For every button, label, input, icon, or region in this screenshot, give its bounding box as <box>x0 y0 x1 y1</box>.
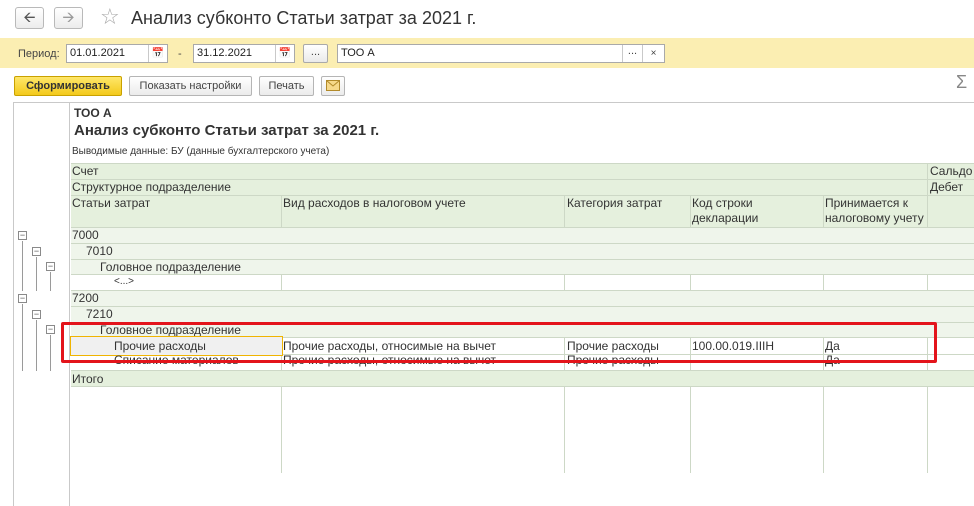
header-debit: Дебет <box>930 180 964 194</box>
page-title: Анализ субконто Статьи затрат за 2021 г. <box>131 8 477 28</box>
row-division[interactable]: Головное подразделение <box>100 260 241 274</box>
organization-field[interactable]: ТОО А ... × <box>337 44 665 63</box>
collapse-icon[interactable]: − <box>46 325 55 334</box>
filter-bar: Период: 01.01.2021 📅 - 31.12.2021 📅 ... … <box>0 38 974 68</box>
row-account-7010[interactable]: 7010 <box>86 244 113 258</box>
period-select-button[interactable]: ... <box>303 44 328 63</box>
calendar-icon[interactable]: 📅 <box>275 45 294 62</box>
envelope-icon <box>326 80 340 91</box>
back-button[interactable]: 🡨 <box>15 7 44 29</box>
collapse-icon[interactable]: − <box>46 262 55 271</box>
calendar-icon[interactable]: 📅 <box>148 45 167 62</box>
row-account-7210[interactable]: 7210 <box>86 307 113 321</box>
header-division: Структурное подразделение <box>72 180 231 194</box>
sum-icon[interactable]: Σ <box>956 72 967 93</box>
close-icon[interactable]: × <box>642 45 664 62</box>
forward-button[interactable]: 🡪 <box>54 7 83 29</box>
report-organization: ТОО А <box>74 106 112 120</box>
period-label: Период: <box>18 48 60 60</box>
date-from-field[interactable]: 01.01.2021 📅 <box>66 44 168 63</box>
toolbar: Сформировать Показать настройки Печать <box>0 68 974 102</box>
collapse-icon[interactable]: − <box>18 231 27 240</box>
header-cost-category: Категория затрат <box>567 196 663 210</box>
date-to-value: 31.12.2021 <box>197 47 253 59</box>
show-settings-button[interactable]: Показать настройки <box>129 76 252 96</box>
highlight-frame <box>61 322 937 363</box>
period-dash: - <box>178 48 182 60</box>
header-accepted-2: налоговому учету <box>825 211 924 225</box>
arrow-right-icon: 🡪 <box>62 9 75 26</box>
header-account: Счет <box>72 164 99 178</box>
organization-value: ТОО А <box>341 47 375 59</box>
report-output-data: Выводимые данные: БУ (данные бухгалтерск… <box>72 146 330 157</box>
header-declaration-line-2: декларации <box>692 211 759 225</box>
report-title: Анализ субконто Статьи затрат за 2021 г. <box>74 122 380 139</box>
header-saldo: Сальдо <box>930 164 973 178</box>
generate-button[interactable]: Сформировать <box>14 76 122 96</box>
collapse-icon[interactable]: − <box>18 294 27 303</box>
title-bar: 🡨 🡪 ☆ Анализ субконто Статьи затрат за 2… <box>0 0 974 38</box>
header-accepted-1: Принимается к <box>825 196 908 210</box>
date-to-field[interactable]: 31.12.2021 📅 <box>193 44 295 63</box>
organization-select-button[interactable]: ... <box>622 45 642 62</box>
row-account-7200[interactable]: 7200 <box>72 291 99 305</box>
header-tax-expense-type: Вид расходов в налоговом учете <box>283 196 466 210</box>
star-icon[interactable]: ☆ <box>100 4 120 30</box>
header-cost-item: Статьи затрат <box>72 196 151 210</box>
send-email-button[interactable] <box>321 76 345 96</box>
collapse-icon[interactable]: − <box>32 310 41 319</box>
date-from-value: 01.01.2021 <box>70 47 126 59</box>
arrow-left-icon: 🡨 <box>23 9 36 26</box>
report-spreadsheet[interactable]: ТОО А Анализ субконто Статьи затрат за 2… <box>13 102 974 506</box>
print-button[interactable]: Печать <box>259 76 314 96</box>
row-account-7000[interactable]: 7000 <box>72 228 99 242</box>
header-declaration-line-1: Код строки <box>692 196 753 210</box>
row-empty-item[interactable]: <...> <box>114 276 134 287</box>
total-row-label: Итого <box>72 372 104 386</box>
collapse-icon[interactable]: − <box>32 247 41 256</box>
